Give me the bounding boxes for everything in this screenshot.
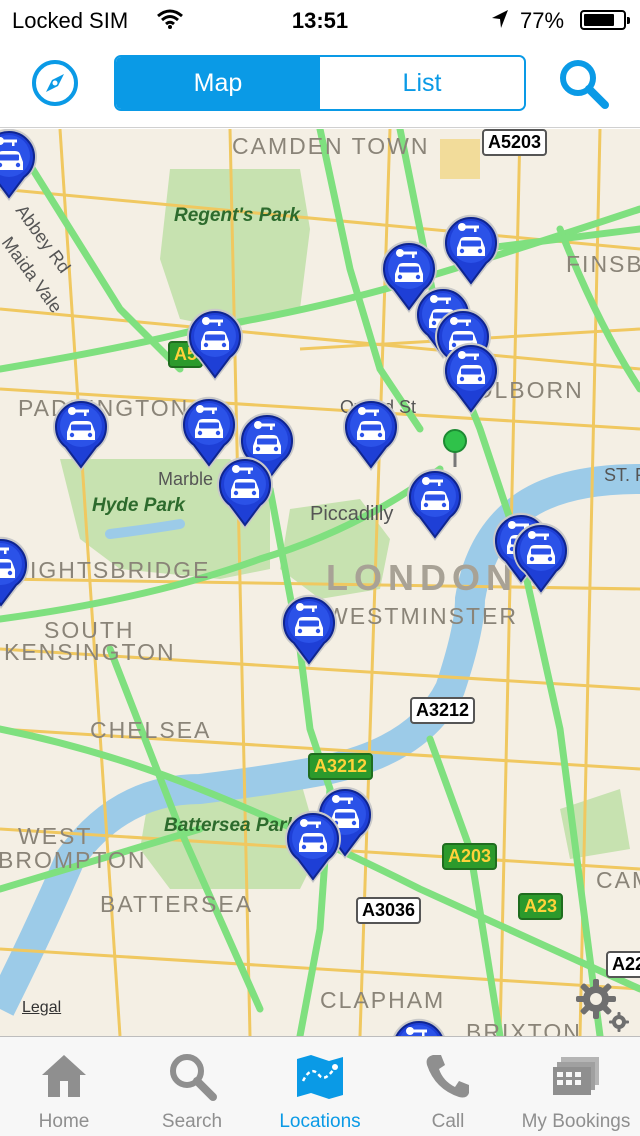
car-location-pin[interactable] <box>340 395 402 473</box>
tab-search[interactable]: Search <box>128 1037 256 1136</box>
car-location-pin[interactable] <box>440 211 502 289</box>
district-finsbury: FINSBURY <box>566 251 640 277</box>
car-location-pin[interactable] <box>440 339 502 417</box>
tab-my-bookings[interactable]: My Bookings <box>512 1037 640 1136</box>
road-a22: A22 <box>606 951 640 978</box>
car-location-pin[interactable] <box>404 465 466 543</box>
tab-home-label: Home <box>38 1111 90 1132</box>
magnifier-icon <box>167 1051 217 1101</box>
district-west: WEST <box>18 823 93 849</box>
road-a3212-2: A3212 <box>308 753 374 780</box>
road-a3212-1: A3212 <box>410 697 476 724</box>
tab-my-bookings-label: My Bookings <box>521 1111 631 1132</box>
status-bar: Locked SIM 13:51 77% <box>0 0 640 40</box>
nav-bar: Map List <box>0 40 640 128</box>
park-battersea: Battersea Park <box>164 815 298 836</box>
settings-gear-icon[interactable] <box>574 977 632 1035</box>
segment-map[interactable]: Map <box>116 57 320 109</box>
car-location-pin[interactable] <box>0 533 32 611</box>
house-icon <box>39 1051 89 1101</box>
battery-percentage: 77% <box>520 8 565 33</box>
tab-locations-label: Locations <box>279 1111 361 1132</box>
tab-locations[interactable]: Locations <box>256 1037 384 1136</box>
street-piccadilly: Piccadilly <box>310 503 394 525</box>
road-a3036: A3036 <box>356 897 422 924</box>
bookings-icon <box>551 1051 601 1101</box>
phone-icon <box>423 1051 473 1101</box>
map-icon <box>295 1051 345 1101</box>
car-location-pin[interactable] <box>214 453 276 531</box>
district-chelsea: CHELSEA <box>90 717 212 743</box>
landmark-st-pauls: ST. PAUL'S CATHEDRAL <box>604 465 640 485</box>
park-regents: Regent's Park <box>174 205 300 226</box>
car-location-pin[interactable] <box>0 129 40 203</box>
road-a5203: A5203 <box>482 129 548 156</box>
battery-icon <box>580 10 630 30</box>
search-icon[interactable] <box>556 56 612 112</box>
location-arrow-icon <box>490 8 510 36</box>
district-camden-town: CAMDEN TOWN <box>232 133 430 159</box>
map-view[interactable]: CAMDEN TOWN FINSBURY PADDINGTON HOLBORN … <box>0 129 640 1036</box>
car-location-pin[interactable] <box>184 305 246 383</box>
district-brompton: BROMPTON <box>0 847 147 873</box>
car-location-pin[interactable] <box>50 395 112 473</box>
tab-bar: Home Search Locations Call My Bookings <box>0 1036 640 1136</box>
tab-home[interactable]: Home <box>0 1037 128 1136</box>
compass-icon[interactable] <box>30 58 80 108</box>
district-clapham: CLAPHAM <box>320 987 446 1013</box>
car-location-pin[interactable] <box>282 807 344 885</box>
segment-list[interactable]: List <box>320 57 524 109</box>
current-location-pin[interactable] <box>442 429 468 469</box>
district-westminster: WESTMINSTER <box>326 603 518 629</box>
car-location-pin[interactable] <box>510 519 572 597</box>
tab-call[interactable]: Call <box>384 1037 512 1136</box>
car-location-pin[interactable] <box>388 1015 450 1036</box>
district-brixton: BRIXTON <box>466 1019 582 1036</box>
district-kensington: KENSINGTON <box>4 639 176 665</box>
map-list-toggle[interactable]: Map List <box>114 55 526 111</box>
legal-link[interactable]: Legal <box>22 999 61 1017</box>
car-location-pin[interactable] <box>278 591 340 669</box>
park-hyde: Hyde Park <box>92 495 185 516</box>
district-camberwell: CAMBERWELL <box>596 867 640 893</box>
road-a203: A203 <box>442 843 498 870</box>
district-battersea: BATTERSEA <box>100 891 254 917</box>
road-a23: A23 <box>518 893 564 920</box>
tab-search-label: Search <box>161 1111 223 1132</box>
tab-call-label: Call <box>431 1111 465 1132</box>
